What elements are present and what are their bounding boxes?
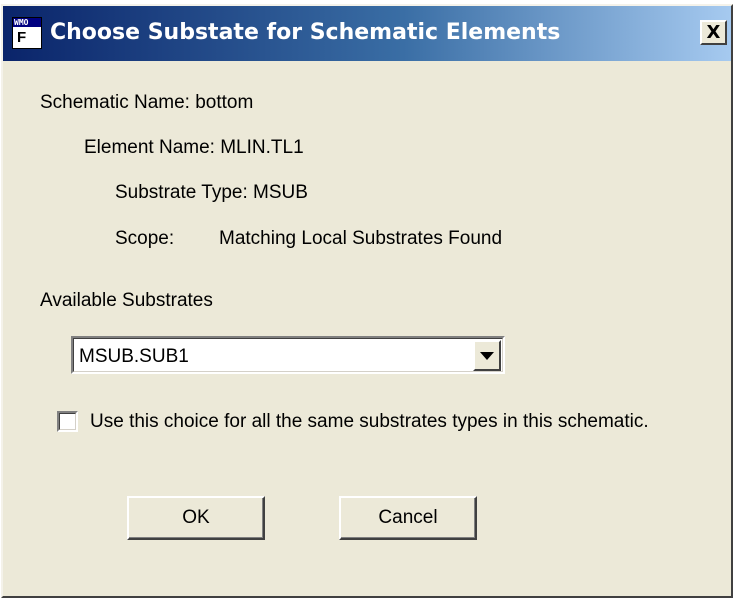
substrate-select-value: MSUB.SUB1 [79, 346, 189, 367]
element-name-text: Element Name: MLIN.TL1 [84, 137, 304, 158]
dialog-window: WMO F Choose Substate for Schematic Elem… [1, 4, 733, 598]
same-substrate-checkbox[interactable] [57, 411, 78, 432]
app-icon-text: WMO [14, 18, 29, 27]
app-icon: WMO F [12, 17, 42, 49]
same-substrate-checkbox-label[interactable]: Use this choice for all the same substra… [90, 410, 649, 434]
scope-label: Scope: [115, 228, 175, 249]
substrate-type-text: Substrate Type: MSUB [115, 182, 308, 203]
app-icon-glyph: F [17, 29, 27, 46]
dropdown-button[interactable] [473, 340, 501, 371]
close-icon: X [706, 21, 721, 43]
chevron-down-icon [480, 351, 494, 360]
ok-button[interactable]: OK [127, 496, 265, 540]
substrate-select[interactable]: MSUB.SUB1 [71, 336, 505, 374]
schematic-name-text: Schematic Name: bottom [40, 92, 254, 113]
scope-value: Matching Local Substrates Found [219, 228, 503, 249]
available-substrates-label: Available Substrates [40, 290, 213, 311]
cancel-button[interactable]: Cancel [339, 496, 477, 540]
title-bar[interactable]: WMO F Choose Substate for Schematic Elem… [3, 6, 731, 61]
dialog-title: Choose Substate for Schematic Elements [50, 20, 561, 45]
close-button[interactable]: X [700, 20, 727, 45]
